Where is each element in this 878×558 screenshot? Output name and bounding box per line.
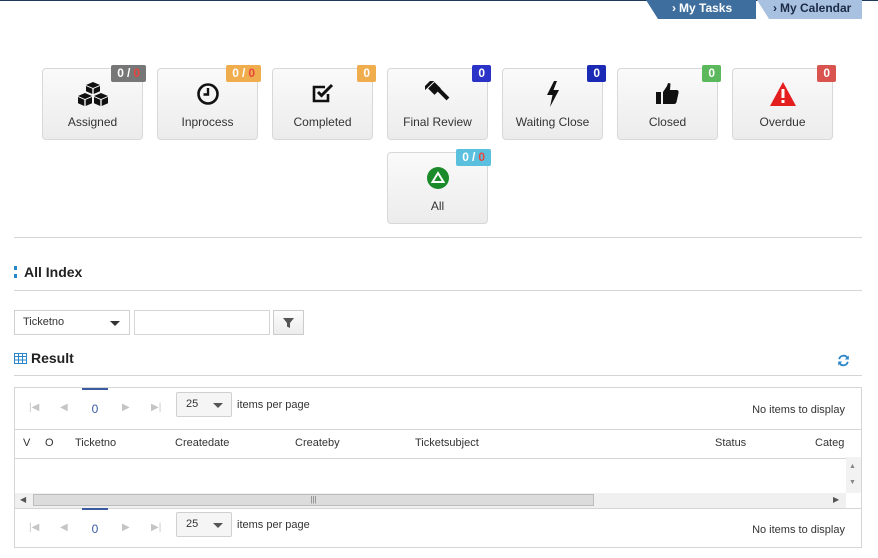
last-page-icon[interactable]: ▶| (151, 402, 161, 413)
refresh-icon[interactable] (837, 354, 850, 370)
page-number[interactable]: 0 (82, 388, 108, 428)
scroll-thumb[interactable]: ||| (33, 494, 594, 506)
page-size-select[interactable]: 25 (176, 512, 232, 537)
pager-info: No items to display (752, 524, 845, 536)
caret-down-icon (213, 523, 223, 528)
tab-my-calendar-label: My Calendar (780, 1, 852, 15)
column-header[interactable]: Createdate (175, 437, 229, 449)
caret-down-icon (213, 403, 223, 408)
page-size-select[interactable]: 25 (176, 392, 232, 417)
card-label: Overdue (759, 115, 806, 129)
divider (14, 375, 862, 376)
cubes-icon (43, 80, 142, 108)
card-label: Completed (293, 115, 352, 129)
last-page-icon[interactable]: ▶| (151, 522, 161, 533)
card-label: Inprocess (181, 115, 234, 129)
card-inprocess[interactable]: 0/0 Inprocess (157, 65, 261, 140)
filter-button[interactable] (273, 310, 304, 335)
column-header[interactable]: Ticketno (75, 437, 116, 449)
first-page-icon[interactable]: |◀ (29, 402, 39, 413)
prev-page-icon[interactable]: ◀ (60, 522, 68, 533)
filter-field-value: Ticketno (23, 316, 65, 328)
check-square-icon (273, 80, 372, 108)
tab-my-tasks-label: My Tasks (679, 1, 733, 15)
section-marker-icon (14, 266, 20, 278)
gavel-icon (388, 80, 487, 108)
prev-page-icon[interactable]: ◀ (60, 402, 68, 413)
vertical-scrollbar[interactable]: ▲ ▼ (846, 457, 861, 493)
page-number[interactable]: 0 (82, 508, 108, 548)
column-header[interactable]: Createby (295, 437, 340, 449)
scroll-up-icon[interactable]: ▲ (849, 463, 856, 470)
scroll-down-icon[interactable]: ▼ (849, 479, 856, 486)
card-label: Waiting Close (515, 115, 590, 129)
column-header[interactable]: Status (715, 437, 746, 449)
thumbs-up-icon (618, 80, 717, 108)
caret-down-icon (110, 321, 120, 326)
scroll-right-icon[interactable]: ▶ (833, 495, 839, 504)
card-closed[interactable]: 0 Closed (617, 65, 721, 140)
section-title: All Index (24, 264, 83, 280)
pager-top: |◀ ◀ 0 ▶ ▶| 25 items per page No items t… (15, 388, 861, 428)
pager-info: No items to display (752, 404, 845, 416)
page-size-value: 25 (186, 398, 199, 410)
page-size-value: 25 (186, 518, 199, 530)
clock-icon (158, 80, 257, 108)
items-per-page-label: items per page (237, 399, 310, 411)
card-label: All (430, 199, 445, 213)
section-all-index: All Index (14, 264, 82, 280)
next-page-icon[interactable]: ▶ (122, 402, 130, 413)
grid-header: V O Ticketno Createdate Createby Tickets… (15, 429, 861, 459)
card-all[interactable]: 0/0 All (387, 149, 491, 224)
filter-icon (283, 317, 294, 328)
column-header[interactable]: O (45, 437, 54, 449)
card-assigned[interactable]: 0/0 Assigned (42, 65, 146, 140)
pager-bottom: |◀ ◀ 0 ▶ ▶| 25 items per page No items t… (15, 508, 861, 548)
column-header[interactable]: Categ (815, 437, 845, 449)
horizontal-scrollbar[interactable]: ◀ ||| ▶ (15, 493, 846, 508)
divider (14, 290, 862, 291)
scroll-left-icon[interactable]: ◀ (20, 495, 26, 504)
card-completed[interactable]: 0 Completed (272, 65, 376, 140)
card-label: Closed (648, 115, 687, 129)
result-grid: |◀ ◀ 0 ▶ ▶| 25 items per page No items t… (14, 387, 862, 548)
filter-search-input[interactable] (134, 310, 270, 335)
card-label: Assigned (67, 115, 118, 129)
card-final-review[interactable]: 0 Final Review (387, 65, 491, 140)
warning-icon (733, 80, 832, 108)
next-page-icon[interactable]: ▶ (122, 522, 130, 533)
card-label: Final Review (403, 115, 472, 129)
bolt-icon (503, 80, 602, 108)
tab-my-calendar[interactable]: › My Calendar (757, 0, 862, 19)
up-circle-icon (388, 164, 487, 192)
card-overdue[interactable]: 0 Overdue (732, 65, 836, 140)
first-page-icon[interactable]: |◀ (29, 522, 39, 533)
divider (14, 237, 862, 238)
column-header[interactable]: V (23, 437, 30, 449)
chevron-right-icon: › (672, 1, 676, 15)
filter-field-select[interactable]: Ticketno (14, 310, 130, 335)
section-title: Result (31, 350, 74, 366)
card-waiting-close[interactable]: 0 Waiting Close (502, 65, 606, 140)
tab-my-tasks[interactable]: › My Tasks (646, 0, 756, 19)
items-per-page-label: items per page (237, 519, 310, 531)
table-icon (14, 353, 27, 364)
section-result: Result (14, 350, 74, 366)
chevron-right-icon: › (773, 1, 777, 15)
column-header[interactable]: Ticketsubject (415, 437, 479, 449)
